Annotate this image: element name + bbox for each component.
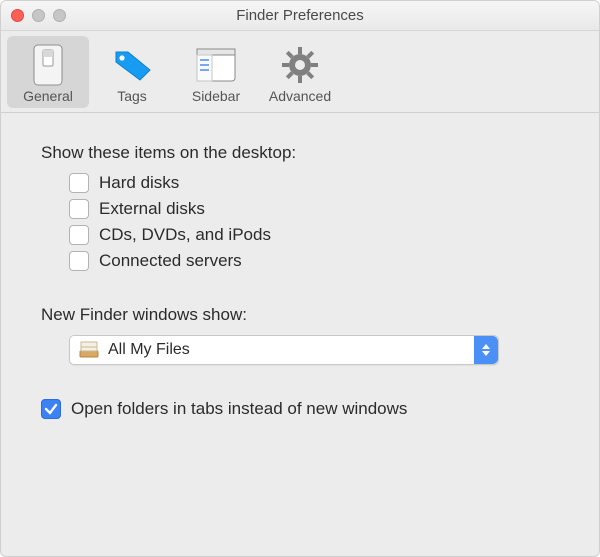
all-my-files-icon [78, 341, 100, 359]
titlebar: Finder Preferences [1, 1, 599, 31]
checkbox-label: CDs, DVDs, and iPods [99, 225, 271, 245]
switch-icon [7, 42, 89, 88]
tag-icon [91, 42, 173, 88]
minimize-button[interactable] [32, 9, 45, 22]
checkbox-label: Open folders in tabs instead of new wind… [71, 399, 407, 419]
chevron-up-down-icon [474, 336, 498, 364]
window-title: Finder Preferences [236, 7, 364, 24]
gear-icon [259, 42, 341, 88]
new-windows-select[interactable]: All My Files [69, 335, 499, 365]
desktop-items-title: Show these items on the desktop: [41, 143, 569, 163]
checkbox-hard-disks[interactable]: Hard disks [69, 173, 569, 193]
toolbar: General Tags S [1, 31, 599, 113]
checkbox-icon [69, 199, 89, 219]
tab-general[interactable]: General [7, 36, 89, 108]
zoom-button[interactable] [53, 9, 66, 22]
tab-label: Sidebar [175, 88, 257, 104]
sidebar-icon [175, 42, 257, 88]
preferences-window: Finder Preferences General Tags [0, 0, 600, 557]
tab-label: Tags [91, 88, 173, 104]
checkbox-external-disks[interactable]: External disks [69, 199, 569, 219]
checkbox-label: Connected servers [99, 251, 242, 271]
tab-sidebar[interactable]: Sidebar [175, 36, 257, 108]
checkbox-icon [69, 173, 89, 193]
tab-tags[interactable]: Tags [91, 36, 173, 108]
select-value: All My Files [108, 341, 190, 359]
checkbox-cds-dvds-ipods[interactable]: CDs, DVDs, and iPods [69, 225, 569, 245]
checkbox-icon [69, 225, 89, 245]
tab-label: General [7, 88, 89, 104]
checkbox-connected-servers[interactable]: Connected servers [69, 251, 569, 271]
checkbox-icon [41, 399, 61, 419]
checkbox-label: Hard disks [99, 173, 179, 193]
checkbox-open-in-tabs[interactable]: Open folders in tabs instead of new wind… [41, 399, 569, 419]
checkbox-icon [69, 251, 89, 271]
tab-label: Advanced [259, 88, 341, 104]
tab-advanced[interactable]: Advanced [259, 36, 341, 108]
checkbox-label: External disks [99, 199, 205, 219]
content: Show these items on the desktop: Hard di… [1, 113, 599, 445]
close-button[interactable] [11, 9, 24, 22]
traffic-lights [11, 9, 66, 22]
new-windows-title: New Finder windows show: [41, 305, 569, 325]
